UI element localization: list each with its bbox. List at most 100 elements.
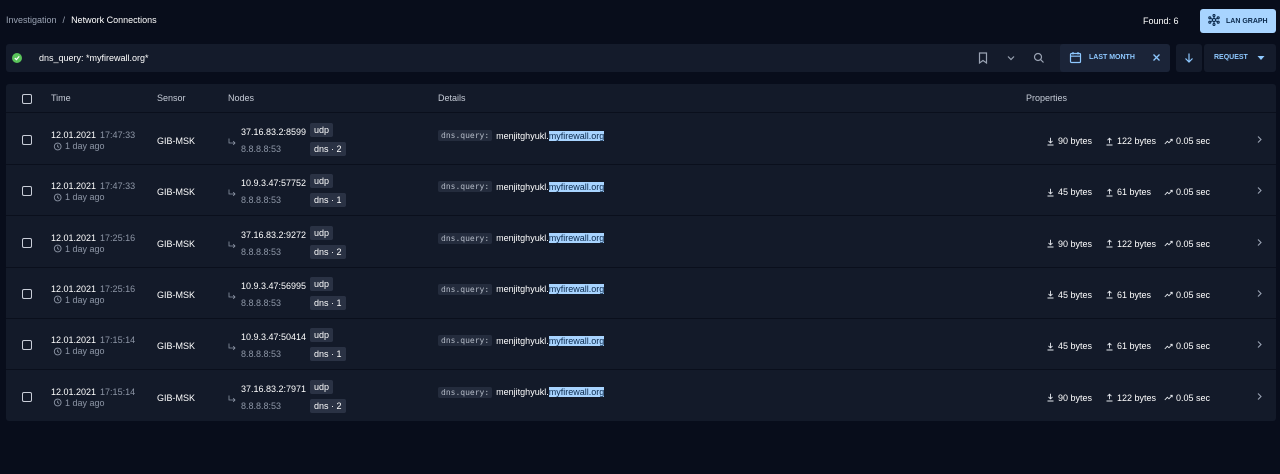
row-protocol-tag: udp	[310, 276, 334, 291]
row-source-node[interactable]: 37.16.83.2:7971	[241, 384, 306, 394]
row-bytes-sent: 61 bytes	[1105, 187, 1151, 197]
row-date: 12.01.2021 17:47:33	[51, 130, 136, 140]
breadcrumb-investigation[interactable]: Investigation	[6, 15, 57, 25]
caret-down-icon	[1257, 56, 1265, 60]
row-sensor: GIB-MSK	[157, 289, 196, 300]
row-details: dns.query: menjitghyukl.myfirewall.org	[438, 130, 605, 141]
row-source-node[interactable]: 10.9.3.47:50414	[241, 332, 306, 342]
row-checkbox[interactable]	[22, 186, 32, 197]
row-checkbox[interactable]	[22, 391, 32, 402]
row-destination-node[interactable]: 8.8.8.8:53	[241, 401, 281, 411]
row-query-value: menjitghyukl.myfirewall.org	[496, 387, 605, 397]
trend-icon	[1164, 240, 1173, 247]
history-icon	[53, 296, 62, 304]
row-bytes-sent: 122 bytes	[1105, 393, 1156, 403]
header-time[interactable]: Time	[51, 93, 71, 103]
search-input[interactable]: dns_query: *myfirewall.org*	[39, 53, 149, 63]
upload-icon	[1106, 137, 1113, 145]
row-source-node[interactable]: 10.9.3.47:57752	[241, 178, 306, 188]
upload-icon	[1106, 342, 1113, 351]
row-duration: 0.05 sec	[1164, 187, 1210, 197]
row-bytes-received: 90 bytes	[1046, 393, 1092, 403]
top-bar: Investigation / Network Connections Found:…	[0, 0, 1280, 42]
table-row[interactable]: 12.01.2021 17:25:16 1 day ago GIB-MSK 10.…	[6, 268, 1276, 319]
header-sensor[interactable]: Sensor	[157, 93, 186, 103]
row-duration: 0.05 sec	[1164, 136, 1210, 146]
sort-direction-button[interactable]	[1176, 44, 1202, 72]
row-details: dns.query: menjitghyukl.myfirewall.org	[438, 386, 605, 398]
row-destination-node[interactable]: 8.8.8.8:53	[241, 144, 281, 154]
row-checkbox[interactable]	[22, 135, 32, 145]
row-protocol-tag: udp	[310, 328, 334, 343]
lan-graph-button[interactable]: LAN GRAPH	[1200, 9, 1276, 33]
row-field-name: dns.query:	[438, 181, 493, 193]
row-field-name: dns.query:	[438, 130, 493, 141]
corner-arrow-icon	[228, 241, 236, 248]
trend-icon	[1164, 138, 1173, 144]
trend-icon	[1164, 292, 1173, 298]
row-checkbox[interactable]	[22, 340, 32, 351]
row-bytes-sent: 122 bytes	[1105, 239, 1156, 249]
chevron-right-icon[interactable]	[1256, 135, 1263, 144]
select-all-checkbox[interactable]	[22, 94, 32, 104]
row-bytes-received: 45 bytes	[1046, 187, 1092, 197]
row-details: dns.query: menjitghyukl.myfirewall.org	[438, 181, 605, 193]
connections-table: Time Sensor Nodes Details Properties 12.…	[6, 84, 1276, 421]
search-bar: dns_query: *myfirewall.org* LAST MONTH	[6, 44, 1170, 72]
row-date: 12.01.2021 17:25:16	[51, 283, 136, 294]
table-row[interactable]: 12.01.2021 17:47:33 1 day ago GIB-MSK 37.…	[6, 114, 1276, 165]
header-properties[interactable]: Properties	[1026, 93, 1067, 103]
header-details[interactable]: Details	[438, 93, 466, 103]
row-protocol-tag: udp	[310, 225, 334, 240]
chevron-right-icon[interactable]	[1256, 238, 1263, 247]
row-relative-time: 1 day ago	[53, 346, 105, 356]
row-destination-node[interactable]: 8.8.8.8:53	[241, 247, 281, 257]
chevron-down-icon[interactable]	[1004, 51, 1018, 65]
chevron-right-icon[interactable]	[1256, 289, 1263, 298]
row-service-tag: dns · 1	[310, 347, 346, 362]
chevron-right-icon[interactable]	[1256, 340, 1263, 349]
row-field-name: dns.query:	[438, 335, 493, 347]
row-bytes-received: 45 bytes	[1046, 341, 1092, 351]
row-duration: 0.05 sec	[1164, 290, 1210, 300]
calendar-icon	[1069, 52, 1082, 64]
upload-icon	[1106, 393, 1113, 402]
row-sensor: GIB-MSK	[157, 187, 196, 198]
table-row[interactable]: 12.01.2021 17:25:16 1 day ago GIB-MSK 37.…	[6, 217, 1276, 268]
bookmark-icon[interactable]	[976, 51, 990, 65]
row-source-node[interactable]: 10.9.3.47:56995	[241, 281, 306, 291]
row-date: 12.01.2021 17:15:14	[51, 335, 136, 346]
table-row[interactable]: 12.01.2021 17:15:14 1 day ago GIB-MSK 37.…	[6, 371, 1276, 421]
row-relative-time: 1 day ago	[53, 244, 105, 254]
row-date: 12.01.2021 17:15:14	[51, 386, 136, 397]
search-icon[interactable]	[1032, 51, 1046, 65]
sort-field-dropdown[interactable]: REQUEST	[1204, 44, 1276, 72]
row-destination-node[interactable]: 8.8.8.8:53	[241, 349, 281, 359]
row-destination-node[interactable]: 8.8.8.8:53	[241, 195, 281, 205]
header-nodes[interactable]: Nodes	[228, 93, 254, 103]
close-icon[interactable]	[1151, 52, 1162, 63]
trend-icon	[1164, 394, 1173, 401]
row-query-value: menjitghyukl.myfirewall.org	[496, 284, 605, 295]
chevron-right-icon[interactable]	[1256, 392, 1263, 401]
history-icon	[53, 244, 62, 253]
row-duration: 0.05 sec	[1164, 393, 1210, 403]
row-checkbox[interactable]	[22, 237, 32, 248]
row-checkbox[interactable]	[22, 288, 32, 299]
table-row[interactable]: 12.01.2021 17:15:14 1 day ago GIB-MSK 10.…	[6, 319, 1276, 371]
row-source-node[interactable]: 37.16.83.2:9272	[241, 230, 306, 240]
row-date: 12.01.2021 17:47:33	[51, 181, 136, 192]
breadcrumb-separator: /	[62, 15, 66, 25]
date-range-label: LAST MONTH	[1089, 54, 1135, 61]
chevron-right-icon[interactable]	[1256, 186, 1263, 195]
row-duration: 0.05 sec	[1164, 341, 1210, 351]
corner-arrow-icon	[228, 189, 236, 197]
row-service-tag: dns · 2	[310, 398, 346, 413]
row-service-tag: dns · 1	[310, 193, 346, 208]
table-row[interactable]: 12.01.2021 17:47:33 1 day ago GIB-MSK 10.…	[6, 165, 1276, 217]
row-protocol-tag: udp	[310, 123, 334, 137]
row-destination-node[interactable]: 8.8.8.8:53	[241, 298, 281, 308]
row-source-node[interactable]: 37.16.83.2:8599	[241, 127, 306, 137]
date-range-filter[interactable]: LAST MONTH	[1060, 44, 1170, 72]
breadcrumb-current: Network Connections	[71, 15, 157, 25]
